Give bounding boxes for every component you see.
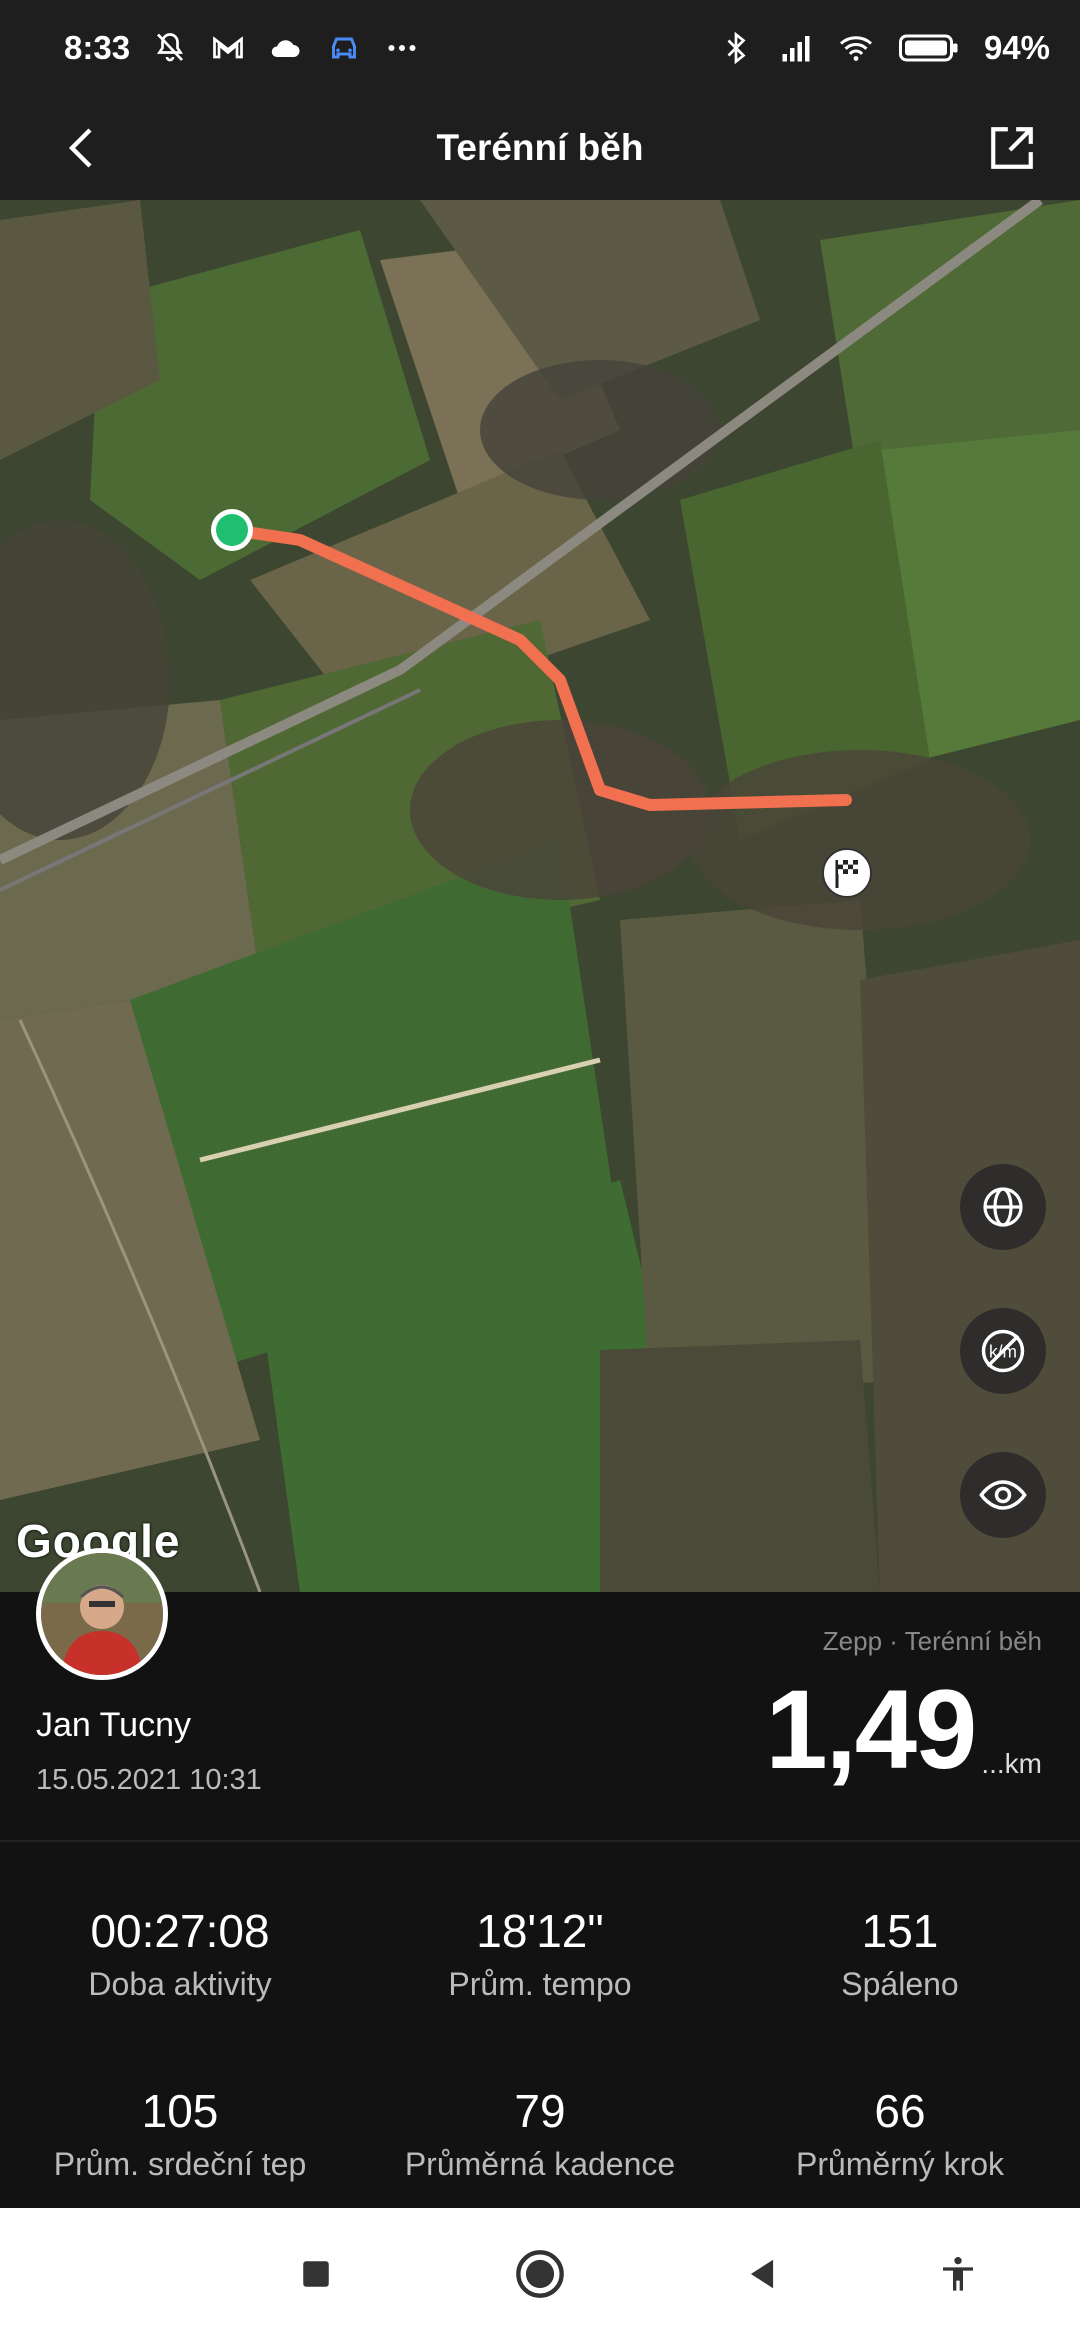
signal-icon (778, 30, 814, 66)
stat-label: Průměrná kadence (404, 2146, 676, 2182)
stat-value: 79 (514, 2085, 566, 2137)
stat-cadence: 79 Průměrná kadence (360, 2084, 720, 2183)
nav-back-button[interactable] (732, 2244, 792, 2304)
distance-unit: ...km (981, 1748, 1042, 1779)
distance-value: 1,49 (765, 1667, 977, 1792)
globe-icon (983, 1187, 1023, 1227)
stat-stride: 66 Průměrný krok (720, 2084, 1080, 2183)
satellite-imagery (0, 200, 1080, 1592)
page-title: Terénní běh (436, 127, 644, 168)
share-icon (991, 127, 1033, 169)
stat-value: 18'12" (476, 1905, 604, 1957)
avatar[interactable] (36, 1548, 168, 1680)
distance-display: 1,49 ...km (765, 1674, 1042, 1786)
stat-value: 00:27:08 (90, 1905, 270, 1957)
route-map[interactable]: k/m Google (0, 200, 1080, 1592)
stat-heart-rate: 105 Prům. srdeční tep (0, 2084, 360, 2183)
battery-level: 94% (983, 29, 1050, 66)
battery-icon (898, 30, 960, 66)
recents-icon (303, 2261, 329, 2287)
activity-source: Zepp · Terénní běh (822, 1626, 1042, 1656)
back-button[interactable] (50, 116, 114, 180)
stats-grid: 00:27:08 Doba aktivity 18'12" Prům. temp… (0, 1842, 1080, 2208)
stat-duration: 00:27:08 Doba aktivity (0, 1904, 360, 2003)
cloud-icon (268, 30, 304, 66)
stat-label: Průměrný krok (795, 2146, 1005, 2182)
share-button[interactable] (978, 114, 1046, 182)
km-markers-toggle[interactable]: k/m (960, 1308, 1046, 1394)
car-icon (326, 30, 362, 66)
stat-value: 66 (874, 2085, 926, 2137)
user-name: Jan Tucny (36, 1706, 191, 1744)
more-dots-icon (384, 30, 420, 66)
home-button[interactable] (510, 2244, 570, 2304)
stat-label: Prům. srdeční tep (53, 2146, 307, 2182)
stat-label: Prům. tempo (448, 1966, 632, 2002)
system-nav-bar (0, 2208, 1080, 2340)
bluetooth-icon (718, 30, 754, 66)
stat-value: 105 (141, 2085, 219, 2137)
eye-icon (979, 1480, 1027, 1510)
home-icon (516, 2250, 564, 2298)
gmail-icon (210, 30, 246, 66)
back-icon (750, 2259, 774, 2289)
stat-pace: 18'12" Prům. tempo (360, 1904, 720, 2003)
user-photo (41, 1553, 163, 1675)
finish-flag-icon (822, 848, 872, 898)
stat-value: 151 (861, 1905, 939, 1957)
accessibility-button[interactable] (928, 2244, 988, 2304)
map-type-button[interactable] (960, 1164, 1046, 1250)
status-time: 8:33 (64, 29, 131, 66)
stat-label: Spáleno (841, 1966, 959, 2002)
stat-calories: 151 Spáleno (720, 1904, 1080, 2003)
stat-label: Doba aktivity (88, 1966, 272, 2002)
activity-summary: Jan Tucny 15.05.2021 10:31 Zepp · Terénn… (0, 1548, 1080, 1842)
km-markers-off-icon: k/m (981, 1329, 1025, 1373)
wifi-icon (838, 30, 874, 66)
recents-button[interactable] (286, 2244, 346, 2304)
status-bar: 8:33 94% (0, 0, 1080, 96)
visibility-button[interactable] (960, 1452, 1046, 1538)
accessibility-icon (943, 2257, 973, 2291)
mute-icon (152, 30, 188, 66)
activity-date: 15.05.2021 10:31 (36, 1764, 262, 1796)
start-marker (211, 509, 253, 551)
title-bar: Terénní běh (0, 96, 1080, 200)
back-arrow-icon (68, 128, 92, 168)
